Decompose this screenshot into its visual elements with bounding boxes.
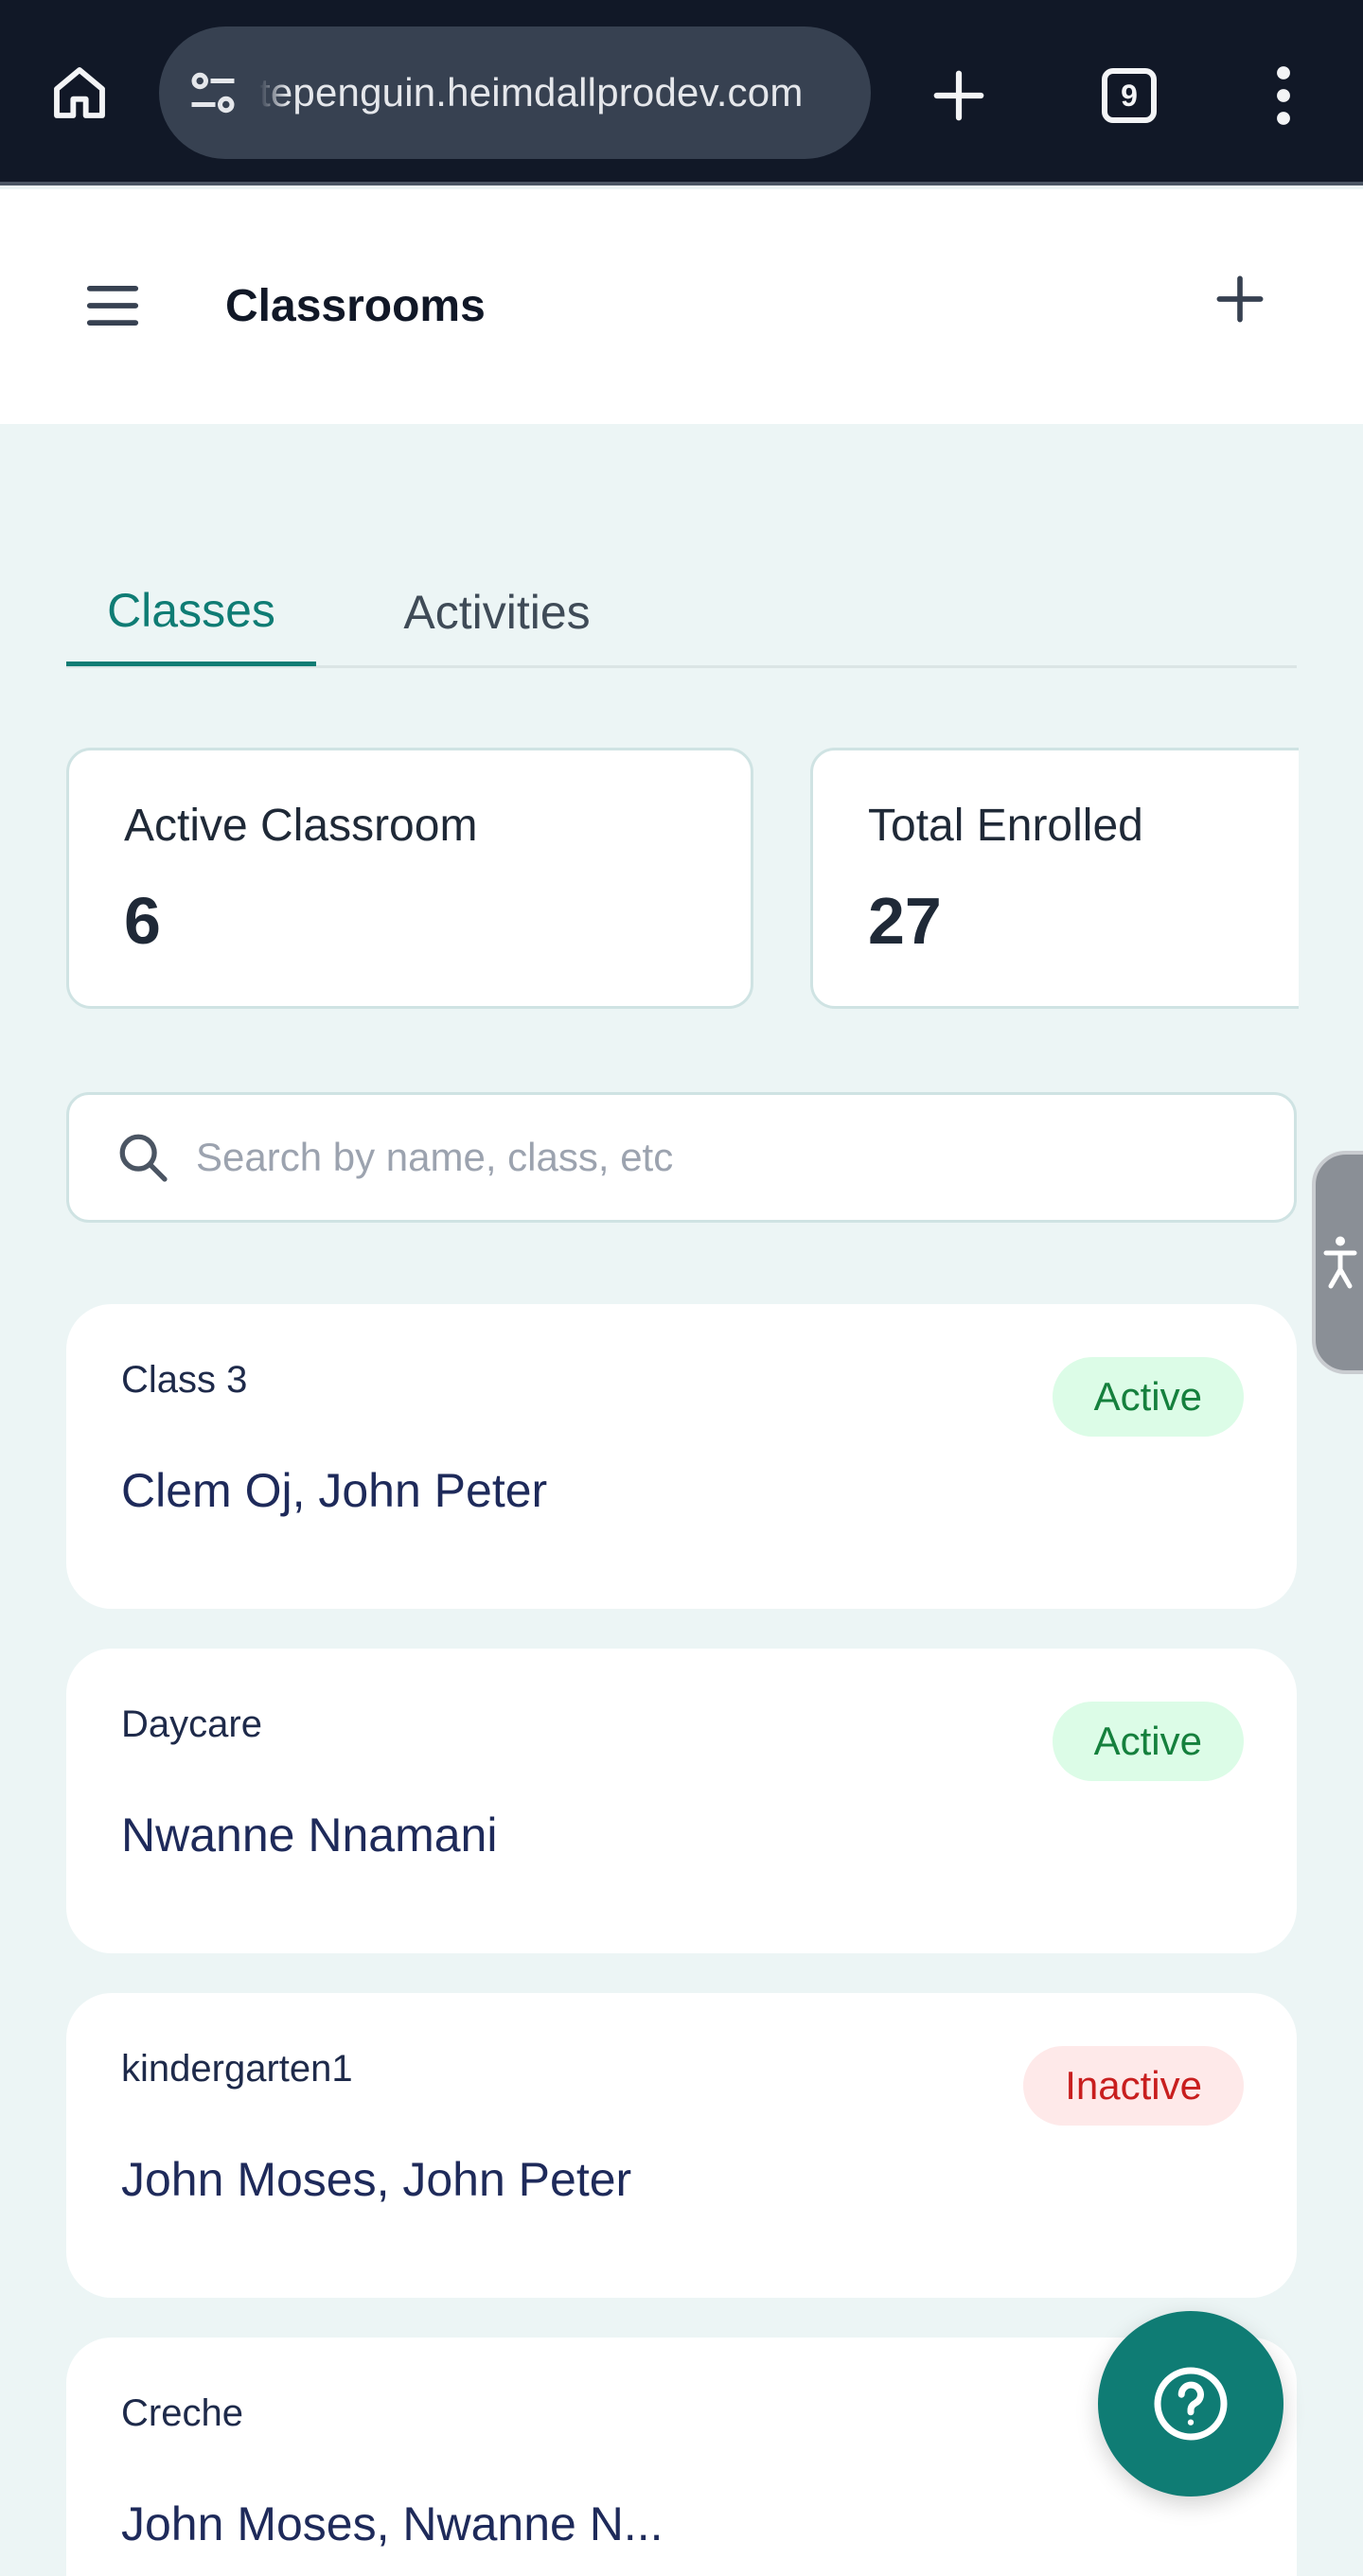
- tab-classes[interactable]: Classes: [66, 558, 316, 666]
- class-name: Class 3: [121, 1359, 248, 1401]
- page-title: Classrooms: [225, 281, 486, 331]
- classroom-tabs: Classes Activities: [66, 558, 1297, 668]
- more-vertical-icon[interactable]: [1249, 55, 1318, 136]
- stats-carousel[interactable]: Active Classroom 6 Total Enrolled 27: [66, 748, 1299, 1013]
- status-badge: Inactive: [1023, 2046, 1244, 2126]
- address-bar[interactable]: tepenguin.heimdallprodev.com: [159, 26, 871, 159]
- stat-label: Active Classroom: [124, 801, 478, 851]
- stat-value: 6: [124, 884, 161, 958]
- stat-label: Total Enrolled: [868, 801, 1143, 851]
- class-card[interactable]: Daycare Active Nwanne Nnamani: [66, 1649, 1297, 1953]
- help-button[interactable]: [1098, 2311, 1283, 2497]
- class-name: Creche: [121, 2392, 243, 2434]
- class-card[interactable]: Class 3 Active Clem Oj, John Peter: [66, 1304, 1297, 1609]
- class-name: Daycare: [121, 1703, 262, 1745]
- hamburger-menu-icon[interactable]: [81, 274, 144, 337]
- url-text: tepenguin.heimdallprodev.com: [259, 70, 804, 115]
- status-badge: Active: [1052, 1357, 1244, 1437]
- status-badge: Active: [1052, 1702, 1244, 1781]
- tab-switcher-icon[interactable]: 9: [1089, 55, 1170, 136]
- site-settings-icon[interactable]: [180, 60, 246, 126]
- help-circle-icon: [1154, 2367, 1228, 2441]
- class-teachers: Nwanne Nnamani: [121, 1808, 498, 1861]
- add-classroom-button[interactable]: [1215, 274, 1265, 328]
- class-teachers: Clem Oj, John Peter: [121, 1464, 548, 1517]
- new-tab-icon[interactable]: [918, 55, 1000, 136]
- class-teachers: John Moses, John Peter: [121, 2153, 632, 2206]
- class-name: kindergarten1: [121, 2048, 353, 2090]
- search-input[interactable]: [194, 1134, 1239, 1181]
- tab-activities[interactable]: Activities: [360, 558, 634, 666]
- stat-value: 27: [868, 884, 942, 958]
- search-box[interactable]: [66, 1092, 1297, 1223]
- app-header: Classrooms: [0, 189, 1363, 424]
- search-icon: [113, 1127, 173, 1188]
- home-icon[interactable]: [42, 55, 117, 131]
- tab-count: 9: [1102, 68, 1157, 123]
- stat-card-active-classroom: Active Classroom 6: [66, 748, 753, 1009]
- accessibility-icon[interactable]: [1312, 1151, 1363, 1374]
- browser-toolbar: tepenguin.heimdallprodev.com 9: [0, 0, 1363, 185]
- class-teachers: John Moses, Nwanne N...: [121, 2497, 664, 2550]
- stat-card-total-enrolled: Total Enrolled 27: [810, 748, 1299, 1009]
- class-card[interactable]: kindergarten1 Inactive John Moses, John …: [66, 1993, 1297, 2298]
